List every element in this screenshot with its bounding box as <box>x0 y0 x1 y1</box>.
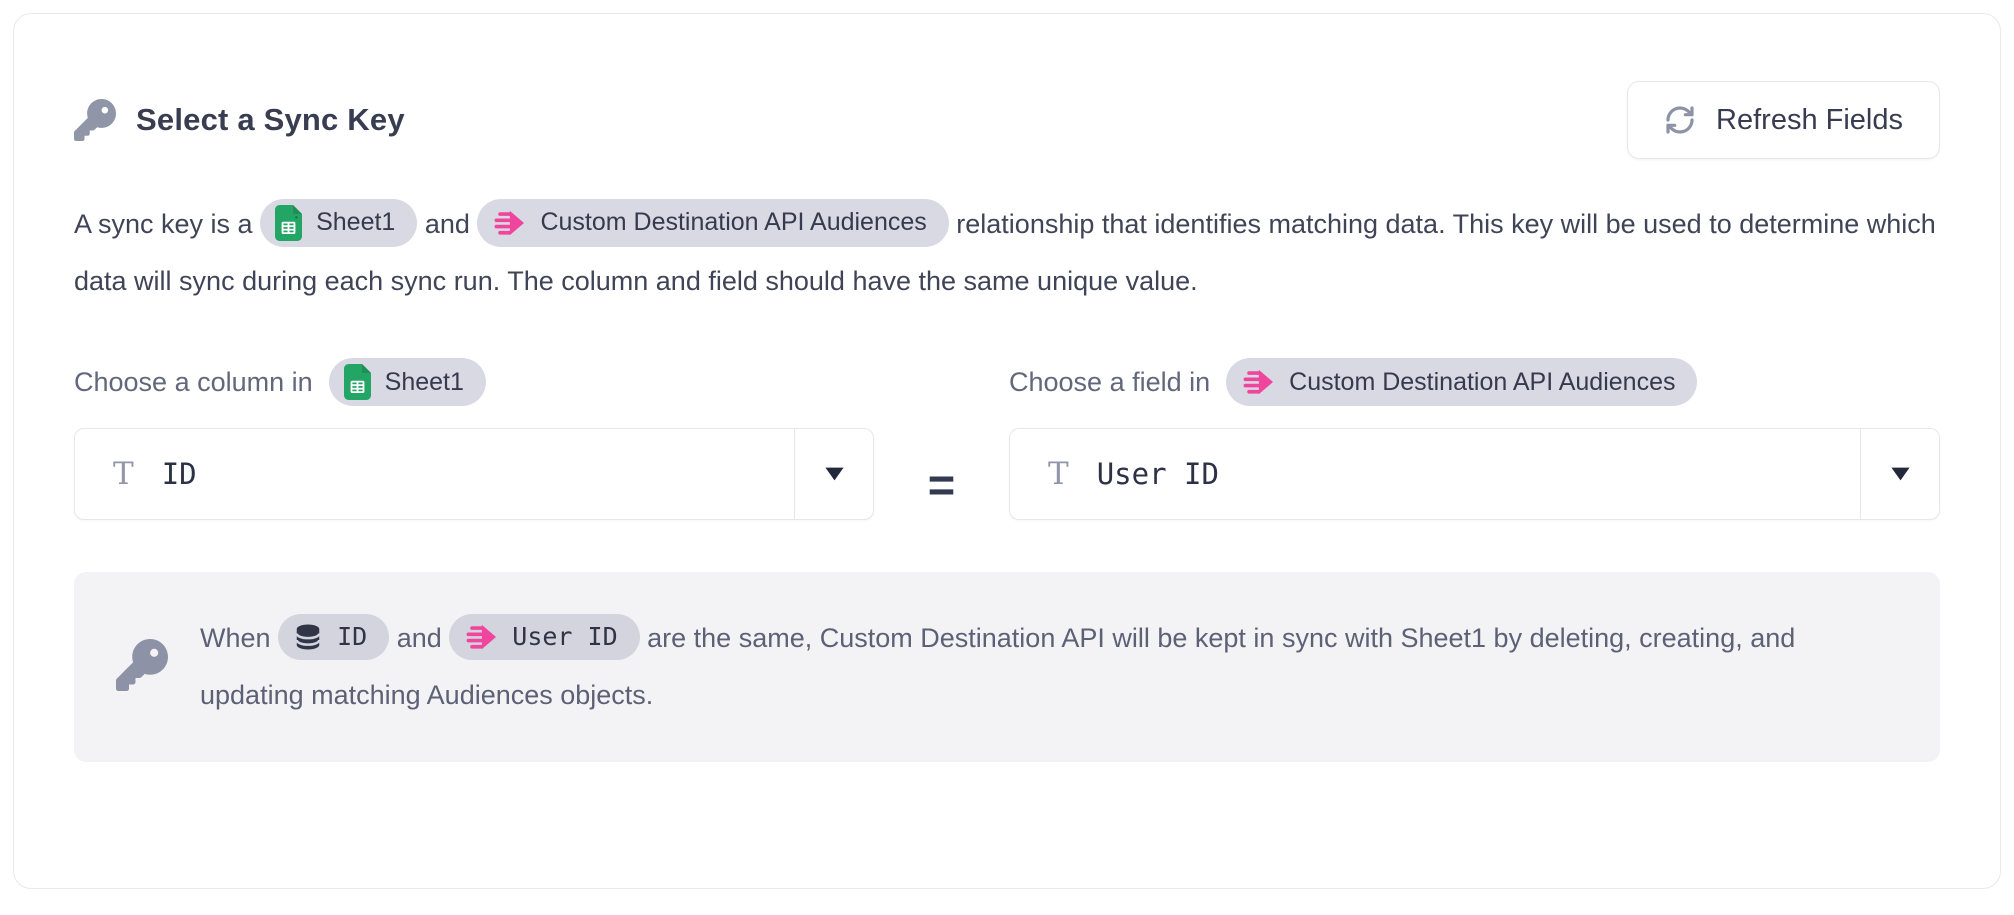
info-part1: When <box>200 623 271 653</box>
field-select-dropdown[interactable] <box>1861 429 1939 519</box>
text-type-icon: T <box>1048 459 1069 490</box>
description-and: and <box>425 209 470 239</box>
chevron-down-icon <box>823 466 846 482</box>
chevron-down-icon <box>1889 466 1912 482</box>
key-icon <box>116 639 168 696</box>
hightouch-logo-icon <box>1241 365 1275 399</box>
page-title: Select a Sync Key <box>136 102 405 138</box>
field-mapping: Choose a field in Custom Destination API… <box>1009 358 1940 520</box>
title-group: Select a Sync Key <box>74 99 405 141</box>
source-badge: Sheet1 <box>260 199 417 247</box>
column-key-badge-label: ID <box>337 608 367 665</box>
field-key-badge: User ID <box>449 614 639 660</box>
sync-key-description: A sync key is a Sheet1 and Cu <box>74 196 1940 310</box>
equals-sign: = <box>874 358 1009 520</box>
destination-badge: Custom Destination API Audiences <box>1226 358 1697 406</box>
database-icon <box>293 622 323 652</box>
text-type-icon: T <box>113 459 134 490</box>
destination-badge-label: Custom Destination API Audiences <box>540 194 926 251</box>
sync-key-mapping: Choose a column in Sheet1 T ID <box>74 358 1940 520</box>
description-part1: A sync key is a <box>74 209 253 239</box>
destination-badge-label: Custom Destination API Audiences <box>1289 368 1675 397</box>
column-select-value: ID <box>162 457 197 491</box>
column-label-text: Choose a column in <box>74 367 313 398</box>
column-mapping: Choose a column in Sheet1 T ID <box>74 358 874 520</box>
google-sheets-icon <box>275 205 302 241</box>
source-badge-label: Sheet1 <box>316 194 395 251</box>
column-select[interactable]: T ID <box>74 428 874 520</box>
hightouch-logo-icon <box>464 620 498 654</box>
google-sheets-icon <box>344 364 371 400</box>
field-select[interactable]: T User ID <box>1009 428 1940 520</box>
hightouch-logo-icon <box>492 206 526 240</box>
sync-key-card: Select a Sync Key Refresh Fields A sync … <box>13 13 2001 889</box>
column-key-badge: ID <box>278 614 389 660</box>
column-select-dropdown[interactable] <box>795 429 873 519</box>
sync-key-info-text: When ID and <box>200 610 1898 724</box>
info-and: and <box>397 623 442 653</box>
refresh-icon <box>1664 104 1696 136</box>
field-key-badge-label: User ID <box>512 608 617 665</box>
refresh-fields-label: Refresh Fields <box>1716 104 1903 137</box>
card-header: Select a Sync Key Refresh Fields <box>74 80 1940 160</box>
field-select-value: User ID <box>1097 457 1219 491</box>
source-badge-label: Sheet1 <box>385 368 464 397</box>
field-label: Choose a field in Custom Destination API… <box>1009 358 1940 406</box>
sync-key-info-box: When ID and <box>74 572 1940 762</box>
field-label-text: Choose a field in <box>1009 367 1210 398</box>
column-label: Choose a column in Sheet1 <box>74 358 874 406</box>
refresh-fields-button[interactable]: Refresh Fields <box>1627 81 1940 159</box>
key-icon <box>74 99 116 141</box>
source-badge: Sheet1 <box>329 358 486 406</box>
destination-badge: Custom Destination API Audiences <box>477 199 948 247</box>
